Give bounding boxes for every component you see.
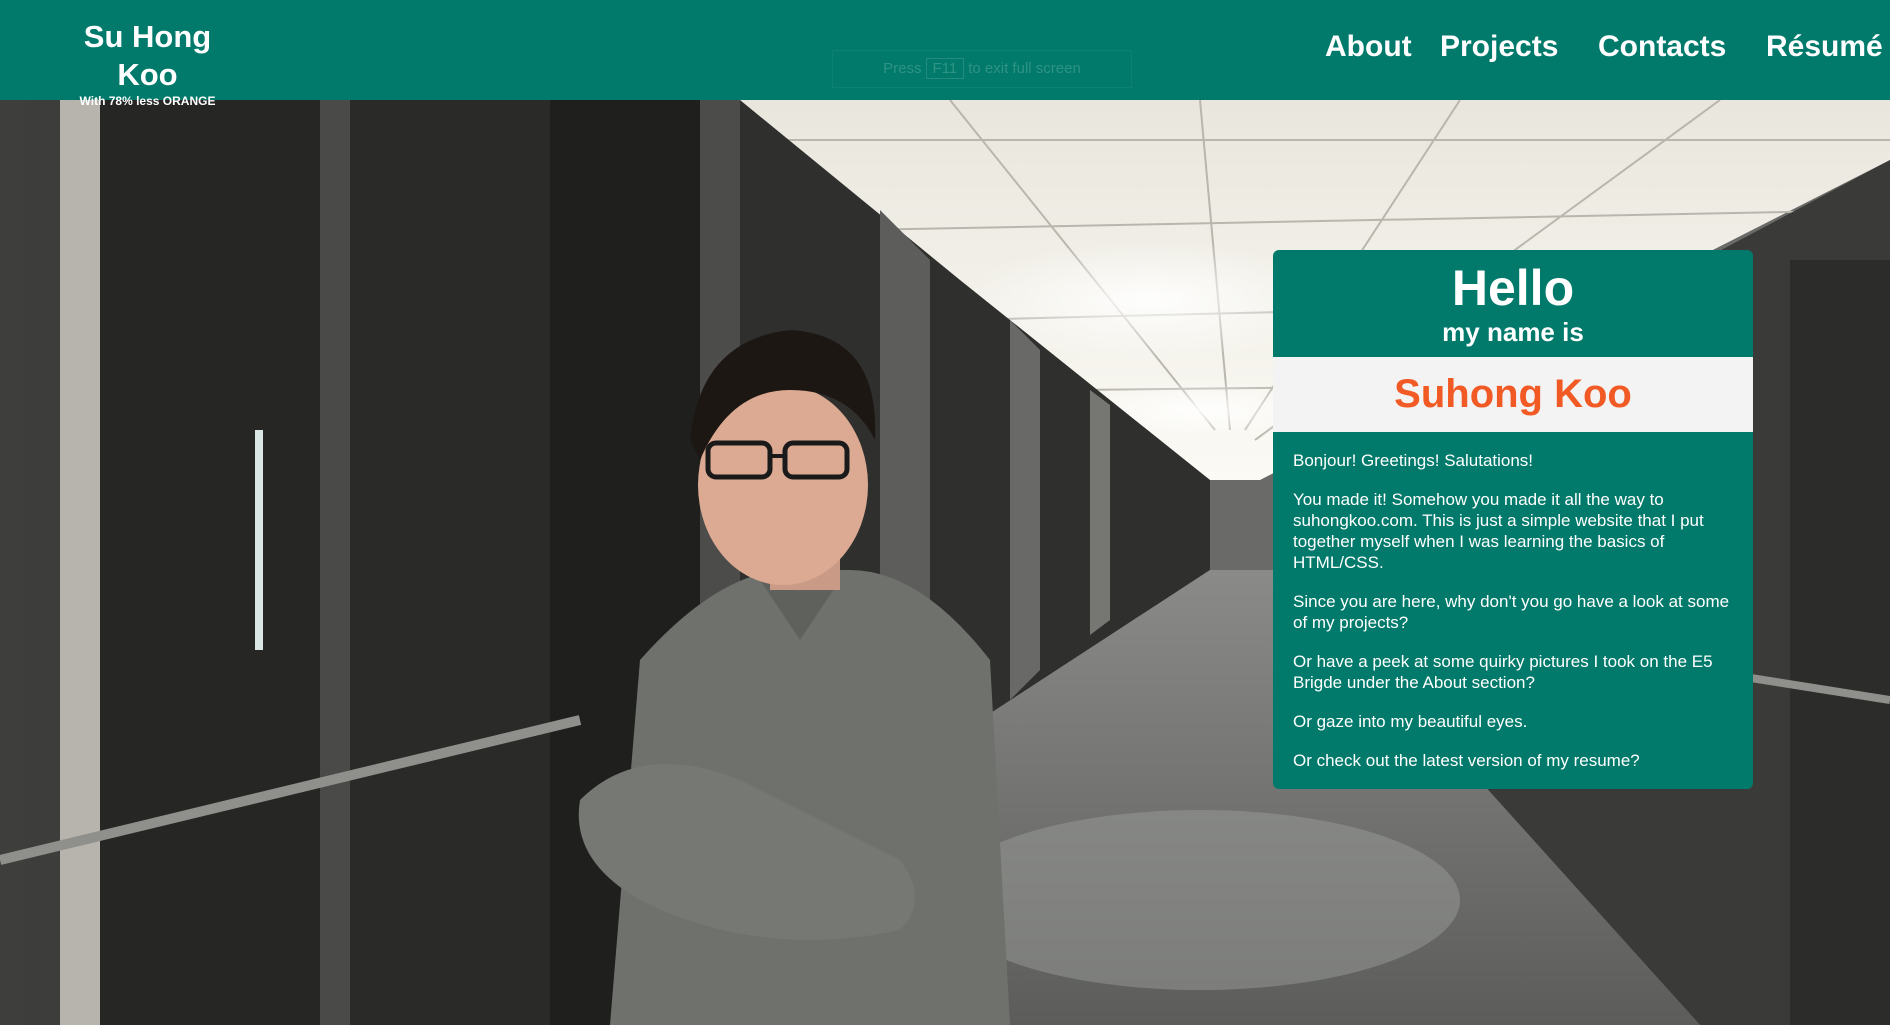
brand-subtitle: With 78% less ORANGE xyxy=(79,94,216,108)
fullscreen-hint-prefix: Press xyxy=(883,60,922,77)
card-paragraph-intro: You made it! Somehow you made it all the… xyxy=(1293,490,1704,572)
card-hello-heading: Hello xyxy=(1451,260,1575,316)
card-paragraph-projects: Since you are here, why don't you go hav… xyxy=(1293,592,1730,632)
nav-about[interactable]: About xyxy=(1325,26,1412,68)
fullscreen-hint-suffix: to exit full screen xyxy=(968,60,1081,77)
nav-contacts[interactable]: Contacts xyxy=(1598,26,1726,68)
fullscreen-exit-hint: Press F11 to exit full screen xyxy=(832,50,1132,88)
brand-logo-link[interactable]: Su Hong Koo With 78% less ORANGE xyxy=(50,18,245,108)
fullscreen-hint-key: F11 xyxy=(925,58,965,79)
site-header: Su Hong Koo With 78% less ORANGE Press F1… xyxy=(0,0,1890,108)
card-name: Suhong Koo xyxy=(1273,357,1753,432)
nav-projects[interactable]: Projects xyxy=(1440,26,1558,68)
card-my-name-is: my name is xyxy=(1442,317,1584,347)
card-paragraph-greeting: Bonjour! Greetings! Salutations! xyxy=(1293,451,1534,470)
name-tag-card: Hello my name is Suhong Koo Bonjour! Gre… xyxy=(1273,250,1753,789)
brand-title: Su Hong Koo xyxy=(83,19,212,92)
nav-resume[interactable]: Résumé xyxy=(1766,26,1883,68)
card-body: Bonjour! Greetings! Salutations! You mad… xyxy=(1293,450,1738,789)
card-paragraph-eyes: Or gaze into my beautiful eyes. xyxy=(1293,712,1528,731)
card-paragraph-about: Or have a peek at some quirky pictures I… xyxy=(1293,652,1713,692)
card-paragraph-resume: Or check out the latest version of my re… xyxy=(1293,751,1640,770)
